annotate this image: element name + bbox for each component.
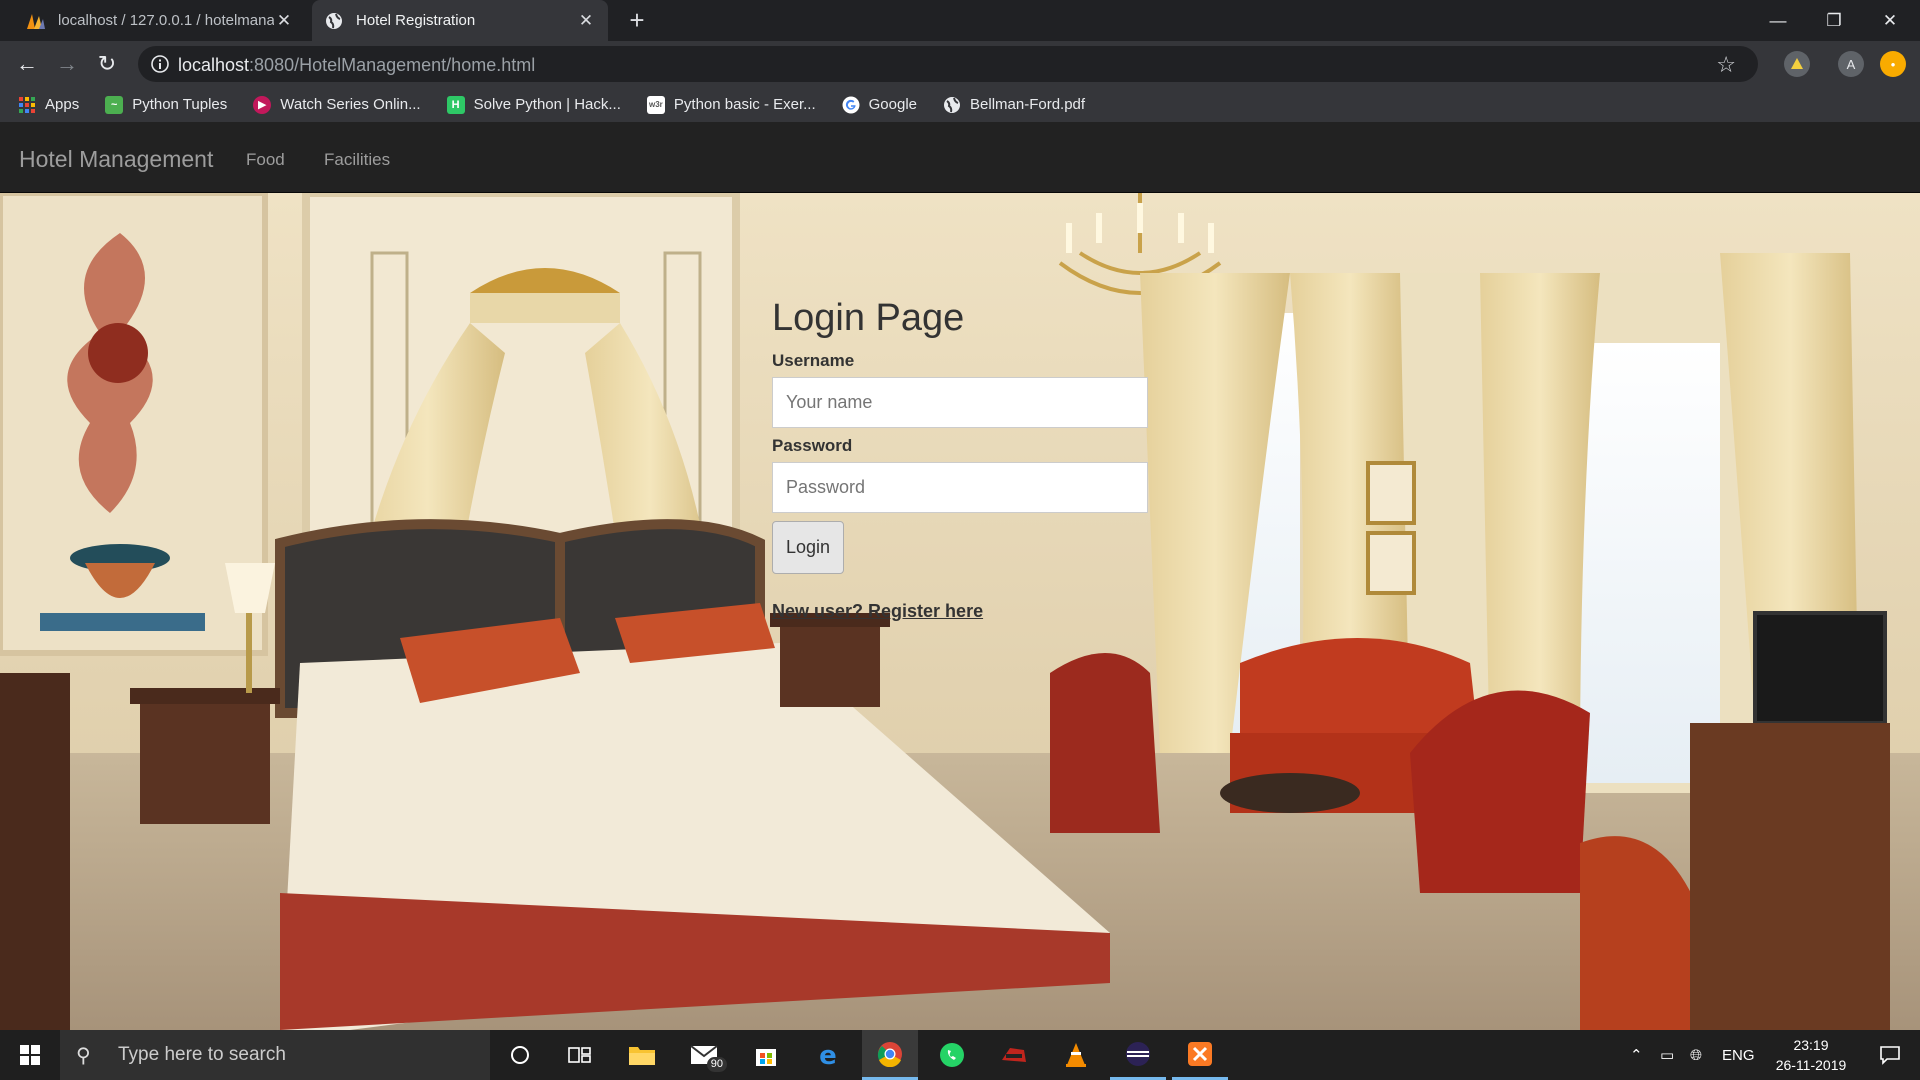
nav-link-food[interactable]: Food — [246, 150, 285, 170]
back-button[interactable]: ← — [11, 48, 43, 80]
play-icon: ▶ — [253, 95, 272, 114]
forward-button[interactable]: → — [51, 48, 83, 80]
tab-hotel-registration[interactable]: Hotel Registration ✕ — [312, 0, 608, 41]
cortana-icon[interactable] — [492, 1030, 548, 1080]
bookmark-hackerrank[interactable]: H Solve Python | Hack... — [446, 95, 621, 114]
login-form: Login Page Username Your name Password P… — [772, 297, 1152, 622]
password-label: Password — [772, 436, 853, 455]
bookmark-label: Python basic - Exer... — [673, 96, 816, 113]
notification-center-icon[interactable] — [1870, 1030, 1910, 1080]
restore-button[interactable]: ❐ — [1806, 0, 1862, 41]
w3r-icon: w3r — [646, 95, 665, 114]
language-indicator[interactable]: ENG — [1722, 1030, 1755, 1080]
task-view-icon[interactable] — [552, 1030, 608, 1080]
address-bar[interactable]: localhost:8080/HotelManagement/home.html… — [138, 46, 1758, 82]
bookmark-label: Google — [868, 96, 918, 113]
tab-title: Hotel Registration — [356, 12, 476, 29]
reload-button[interactable]: ↻ — [91, 48, 123, 80]
login-button[interactable]: Login — [772, 521, 844, 574]
hackerrank-icon: H — [446, 95, 465, 114]
close-tab-icon[interactable]: ✕ — [576, 11, 596, 31]
vlc-icon[interactable] — [1048, 1030, 1104, 1080]
bookmark-python-tuples[interactable]: ~ Python Tuples — [105, 95, 228, 114]
bookmark-label: Apps — [45, 96, 80, 113]
username-input[interactable]: Your name — [772, 377, 1148, 428]
new-tab-button[interactable]: + — [622, 5, 652, 35]
google-icon — [842, 96, 860, 114]
windows-start-icon[interactable] — [0, 1030, 60, 1080]
whatsapp-icon[interactable] — [924, 1030, 980, 1080]
clock-time: 23:19 — [1793, 1037, 1829, 1053]
bookmark-label: Watch Series Onlin... — [280, 96, 421, 113]
svg-text:e: e — [819, 1042, 837, 1068]
edge-icon[interactable]: e — [800, 1030, 856, 1080]
register-link[interactable]: New user? Register here — [772, 601, 983, 622]
taskbar-clock[interactable]: 23:19 26-11-2019 — [1758, 1035, 1864, 1075]
site-navbar: Hotel Management Food Facilities — [0, 122, 1920, 193]
apps-grid-icon — [18, 96, 36, 114]
globe-icon — [324, 11, 344, 31]
bookmark-label: Solve Python | Hack... — [473, 96, 621, 113]
bookmark-watch-series[interactable]: ▶ Watch Series Onlin... — [253, 95, 421, 114]
url-text[interactable]: localhost:8080/HotelManagement/home.html — [178, 55, 535, 76]
username-label: Username — [772, 351, 855, 370]
globe-icon — [943, 96, 961, 114]
bookmark-label: Python Tuples — [132, 96, 228, 113]
browser-toolbar: ← → ↻ localhost:8080/HotelManagement/hom… — [0, 41, 1920, 87]
info-icon[interactable] — [150, 54, 170, 74]
network-globe-icon[interactable]: 🌐︎ — [1690, 1030, 1702, 1080]
update-icon[interactable]: • — [1880, 51, 1906, 77]
clock-date: 26-11-2019 — [1775, 1057, 1847, 1073]
close-tab-icon[interactable]: ✕ — [274, 11, 294, 31]
bookmark-google[interactable]: Google — [842, 96, 917, 114]
eclipse-icon[interactable] — [1110, 1030, 1166, 1080]
search-icon: ⚲ — [76, 1044, 91, 1067]
taskbar-search-input[interactable]: ⚲ Type here to search — [60, 1030, 490, 1080]
minimize-button[interactable]: — — [1750, 0, 1806, 41]
site-brand[interactable]: Hotel Management — [19, 146, 213, 173]
password-input[interactable]: Password — [772, 462, 1148, 513]
microsoft-store-icon[interactable] — [738, 1030, 794, 1080]
windows-taskbar: ⚲ Type here to search 90 e ⌃ ▭ 🌐︎ ENG 23… — [0, 1030, 1920, 1080]
file-explorer-icon[interactable] — [614, 1030, 670, 1080]
page-title: Login Page — [772, 297, 965, 339]
bookmark-star-icon[interactable]: ☆ — [1716, 52, 1736, 78]
battery-icon[interactable]: ▭ — [1660, 1030, 1674, 1080]
hotel-room-background-image: Login Page Username Your name Password P… — [0, 193, 1920, 1030]
bookmark-label: Bellman-Ford.pdf — [970, 96, 1086, 113]
bookmark-apps[interactable]: Apps — [18, 96, 79, 114]
browser-tab-strip: localhost / 127.0.0.1 / hotelmanagement … — [0, 0, 1920, 41]
xampp-icon[interactable] — [1172, 1030, 1228, 1080]
profile-avatar[interactable]: A — [1838, 51, 1864, 77]
close-window-button[interactable]: ✕ — [1862, 0, 1918, 41]
bookmarks-bar: Apps ~ Python Tuples ▶ Watch Series Onli… — [0, 87, 1920, 122]
mail-count-badge: 90 — [706, 1057, 727, 1072]
show-hidden-icons-icon[interactable]: ⌃ — [1630, 1030, 1643, 1080]
tab-title: localhost / 127.0.0.1 / hotelmanagement — [58, 12, 274, 29]
nav-link-facilities[interactable]: Facilities — [324, 150, 390, 170]
phpmyadmin-icon — [26, 11, 46, 31]
extension-icon[interactable] — [1784, 51, 1810, 77]
search-placeholder: Type here to search — [118, 1044, 286, 1065]
python-tuples-icon: ~ — [105, 95, 124, 114]
page-viewport: Hotel Management Food Facilities Login P… — [0, 122, 1920, 1030]
mail-icon[interactable]: 90 — [676, 1030, 732, 1080]
password-placeholder: Password — [786, 477, 866, 497]
chrome-icon[interactable] — [862, 1030, 918, 1080]
bookmark-python-basic[interactable]: w3r Python basic - Exer... — [646, 95, 816, 114]
username-placeholder: Your name — [786, 392, 873, 412]
bookmark-bellman-ford[interactable]: Bellman-Ford.pdf — [943, 96, 1085, 114]
tab-phpmyadmin[interactable]: localhost / 127.0.0.1 / hotelmanagement … — [14, 0, 306, 41]
app-red-icon[interactable] — [986, 1030, 1042, 1080]
